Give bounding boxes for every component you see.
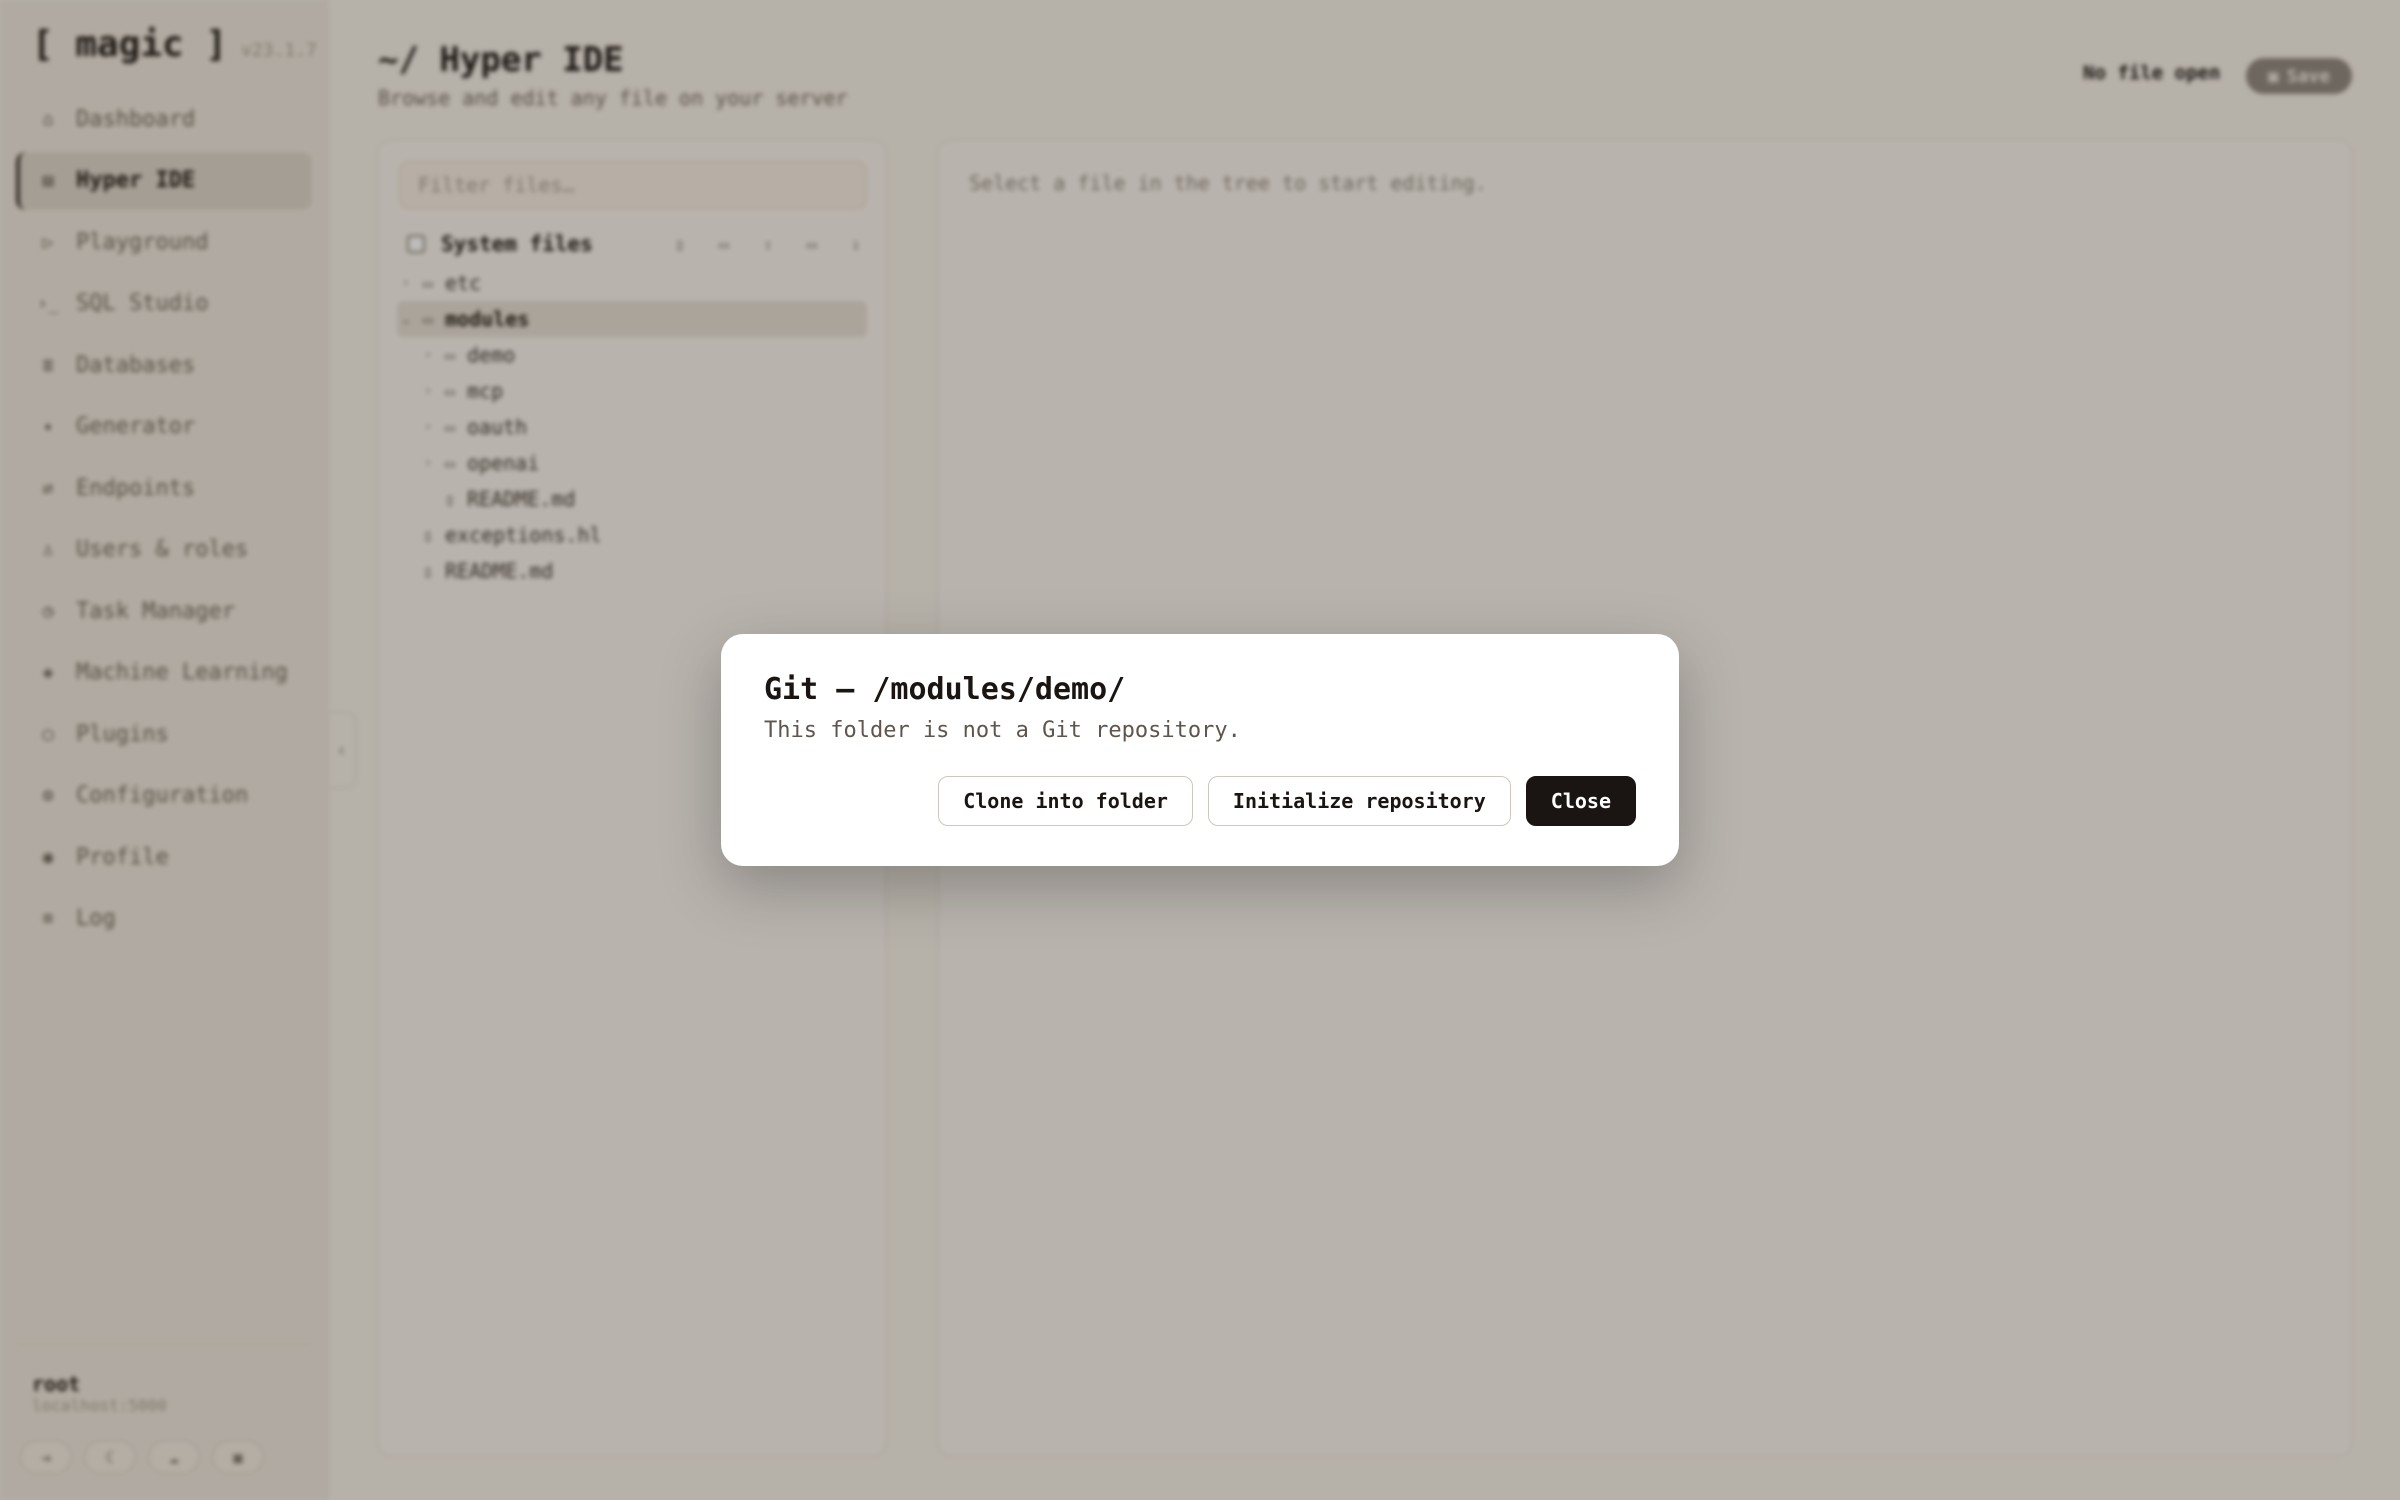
clone-into-folder-button[interactable]: Clone into folder: [938, 776, 1193, 826]
close-button[interactable]: Close: [1525, 776, 1636, 826]
dialog-message: This folder is not a Git repository.: [764, 718, 1241, 743]
dialog-title: Git — /modules/demo/: [764, 672, 1126, 707]
git-dialog: Git — /modules/demo/ This folder is not …: [721, 634, 1679, 866]
dialog-actions: Clone into folder Initialize repository …: [938, 776, 1636, 826]
initialize-repository-button[interactable]: Initialize repository: [1207, 776, 1511, 826]
